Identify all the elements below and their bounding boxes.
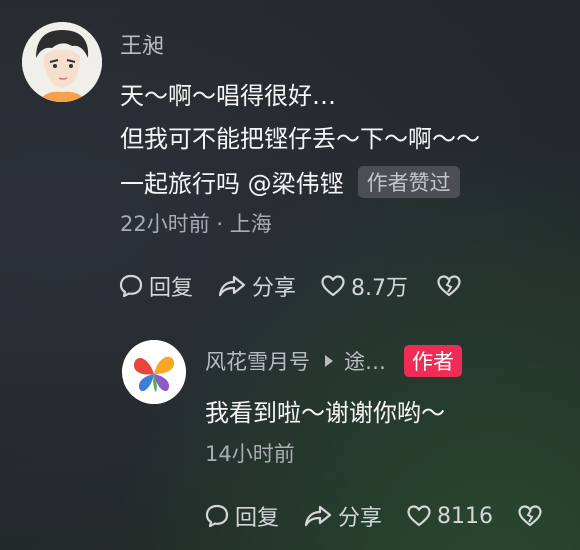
avatar-illustration (22, 22, 102, 102)
reply-text: 我看到啦～谢谢你哟～ (205, 399, 445, 427)
comment-text-line-3: 一起旅行吗 @梁伟铿 作者赞过 (120, 164, 460, 199)
comment-text-line-1: 天～啊～唱得很好… (120, 82, 336, 110)
reply-reply-button[interactable]: 回复 (204, 500, 279, 532)
dislike-broken-heart-icon (437, 275, 461, 297)
butterfly-logo (122, 340, 186, 404)
author-liked-badge: 作者赞过 (357, 166, 460, 198)
comment-actions: 回复 分享 8.7万 (118, 270, 491, 302)
dislike-button[interactable] (436, 273, 467, 299)
reply-actions: 回复 分享 8116 (204, 500, 572, 532)
comment-time: 22小时前 (120, 212, 210, 236)
comment-text-line-2: 但我可不能把铿仔丢～下～啊～～ (120, 125, 480, 153)
share-arrow-icon (304, 505, 332, 527)
like-count: 8.7万 (351, 276, 409, 301)
comment-text-line-3-content: 一起旅行吗 @梁伟铿 (120, 170, 344, 198)
share-button[interactable]: 分享 (217, 270, 296, 302)
reply-username[interactable]: 风花雪月号 (205, 346, 310, 376)
author-badge: 作者 (404, 345, 462, 377)
comment-meta: 22小时前 · 上海 (120, 208, 272, 238)
reply-header: 风花雪月号 途… 作者 (205, 345, 462, 377)
reply-like-button[interactable]: 8116 (406, 503, 493, 529)
comment-bubble-icon (119, 274, 143, 298)
reply-avatar[interactable] (122, 340, 186, 404)
reply-share-label: 分享 (338, 506, 383, 531)
play-triangle-icon (325, 355, 333, 367)
comment-username[interactable]: 王昶 (120, 28, 164, 60)
comment-location: 上海 (229, 212, 272, 236)
reply-share-button[interactable]: 分享 (303, 500, 382, 532)
reply-label: 回复 (149, 276, 194, 301)
comment-bubble-icon (205, 504, 229, 528)
reply-dislike-button[interactable] (517, 503, 548, 529)
like-button[interactable]: 8.7万 (320, 270, 408, 302)
share-label: 分享 (252, 276, 297, 301)
reply-like-count: 8116 (437, 503, 494, 529)
dislike-broken-heart-icon (518, 505, 542, 527)
reply-button[interactable]: 回复 (118, 270, 193, 302)
avatar[interactable] (22, 22, 102, 102)
heart-icon (321, 275, 345, 297)
reply-to-username[interactable]: 途… (344, 346, 386, 376)
share-arrow-icon (218, 275, 246, 297)
meta-separator: · (216, 212, 230, 236)
reply-time: 14小时前 (205, 442, 295, 466)
reply-reply-label: 回复 (235, 506, 280, 531)
heart-icon (407, 505, 431, 527)
